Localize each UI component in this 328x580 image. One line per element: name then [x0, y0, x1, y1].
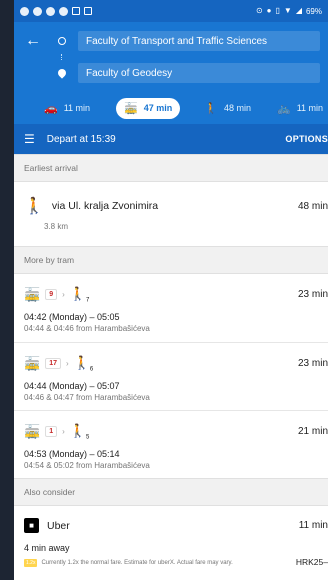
tram-route-card[interactable]: 🚋 9 › 🚶7 23 min 04:42 (Monday) – 05:05 0…: [14, 274, 328, 342]
mode-walk[interactable]: 🚶 48 min: [204, 102, 251, 115]
mode-bike-label: 11 min: [296, 103, 324, 113]
status-bar: ⊙ ● ▯ ▼ ◢ 69%: [14, 0, 328, 22]
notification-icons: [20, 6, 92, 16]
walk-icon: 🚶5: [69, 423, 90, 441]
vibrate-icon: ▯: [275, 6, 280, 15]
walk-icon: 🚶7: [69, 286, 90, 304]
car-icon: 🚗: [44, 102, 58, 115]
tram-times: 04:42 (Monday) – 05:05: [24, 311, 120, 322]
depart-bar[interactable]: ☰ Depart at 15:39 OPTIONS: [14, 124, 328, 154]
tram-departures: 04:46 & 04:47 from Harambašićeva: [24, 392, 150, 402]
tram-times: 04:53 (Monday) – 05:14: [24, 448, 120, 459]
gallery-icon: [72, 7, 80, 15]
chevron-right-icon: ›: [65, 359, 69, 369]
bike-icon: 🚲: [277, 102, 291, 115]
directions-header: ← Faculty of Transport and Traffic Scien…: [14, 22, 328, 154]
options-button[interactable]: OPTIONS: [285, 134, 328, 144]
walk-distance: 3.8 km: [44, 222, 69, 231]
destination-row: Faculty of Geodesy: [14, 60, 328, 86]
tram-line-badge: 9: [45, 289, 58, 301]
tram-route-card[interactable]: 🚋 17 › 🚶6 23 min 04:44 (Monday) – 05:07 …: [14, 342, 328, 410]
walk-route-label: via Ul. kralja Zvonimira: [51, 200, 159, 212]
walk-duration: 48 min: [297, 200, 328, 212]
notification-icon: [33, 6, 42, 16]
uber-duration: 11 min: [298, 520, 328, 531]
mode-bike[interactable]: 🚲 11 min: [277, 102, 323, 115]
notification-icon: [59, 6, 68, 16]
origin-circle-icon: [58, 37, 66, 45]
walk-icon: 🚶: [24, 198, 44, 215]
section-more-by-tram: More by tram: [14, 246, 328, 274]
system-icons: ⊙ ● ▯ ▼ ◢ 69%: [256, 7, 322, 16]
origin-field[interactable]: Faculty of Transport and Traffic Science…: [78, 31, 320, 51]
mode-transit-label: 47 min: [143, 103, 173, 113]
mode-walk-label: 48 min: [223, 103, 251, 113]
whatsapp-icon: [46, 6, 55, 16]
tram-icon: 🚋: [24, 355, 41, 371]
uber-away: 4 min away: [24, 543, 70, 553]
destination-field[interactable]: Faculty of Geodesy: [78, 63, 320, 83]
battery-text: 69%: [305, 6, 322, 16]
back-arrow-icon[interactable]: ←: [14, 32, 52, 50]
uber-logo-icon: ■: [24, 518, 39, 533]
tram-line-badge: 1: [45, 426, 58, 438]
notification-icon: [20, 6, 29, 16]
uber-card[interactable]: ■ Uber 11 min 4 min away HRK25– 1.2x Cur…: [14, 506, 328, 580]
surge-icon: 1.2x: [24, 559, 38, 567]
tram-icon: 🚋: [124, 102, 138, 115]
sync-icon: ⊙: [255, 6, 263, 15]
background-frame: ⊙ ● ▯ ▼ ◢ 69% ← Faculty of Transport and…: [0, 0, 328, 580]
tram-line-badge: 17: [45, 358, 61, 370]
origin-row: ← Faculty of Transport and Traffic Scien…: [14, 28, 328, 54]
travel-modes: 🚗 11 min 🚋 47 min 🚶 48 min 🚲 11 min: [14, 92, 328, 124]
tram-icon: 🚋: [24, 286, 41, 302]
tram-duration: 23 min: [297, 358, 328, 370]
tram-route-card[interactable]: 🚋 1 › 🚶5 21 min 04:53 (Monday) – 05:14 0…: [14, 410, 328, 478]
uber-price: HRK25–: [295, 557, 328, 567]
tram-departures: 04:54 & 05:02 from Harambašićeva: [24, 460, 150, 470]
walk-route-card[interactable]: 🚶 via Ul. kralja Zvonimira 48 min 3.8 km: [14, 182, 328, 246]
chevron-right-icon: ›: [62, 290, 65, 300]
mode-transit[interactable]: 🚋 47 min: [116, 97, 181, 119]
chevron-right-icon: ›: [62, 427, 65, 437]
section-also-consider: Also consider: [14, 478, 328, 506]
tram-duration: 21 min: [297, 426, 328, 438]
tune-icon: ☰: [24, 132, 35, 146]
origin-indicator: [52, 37, 72, 45]
destination-indicator: [52, 67, 72, 79]
uber-name: Uber: [47, 519, 70, 532]
tram-times: 04:44 (Monday) – 05:07: [24, 380, 120, 391]
depart-label: Depart at 15:39: [46, 133, 116, 145]
walk-icon: 🚶6: [73, 355, 94, 373]
walk-icon: 🚶: [204, 102, 218, 115]
pin-icon: [56, 67, 68, 79]
mode-car-label: 11 min: [63, 103, 91, 113]
signal-icon: ◢: [295, 6, 302, 15]
section-earliest-arrival: Earliest arrival: [14, 154, 328, 182]
location-icon: ●: [266, 6, 272, 15]
phone-screen: ⊙ ● ▯ ▼ ◢ 69% ← Faculty of Transport and…: [14, 0, 328, 580]
tram-departures: 04:44 & 04:46 from Harambašićeva: [24, 323, 150, 333]
tram-icon: 🚋: [24, 423, 41, 439]
mode-car[interactable]: 🚗 11 min: [44, 102, 90, 115]
wifi-icon: ▼: [283, 6, 292, 15]
image-icon: [84, 7, 92, 15]
uber-note: Currently 1.2x the normal fare. Estimate…: [41, 560, 233, 566]
tram-duration: 23 min: [297, 289, 328, 301]
